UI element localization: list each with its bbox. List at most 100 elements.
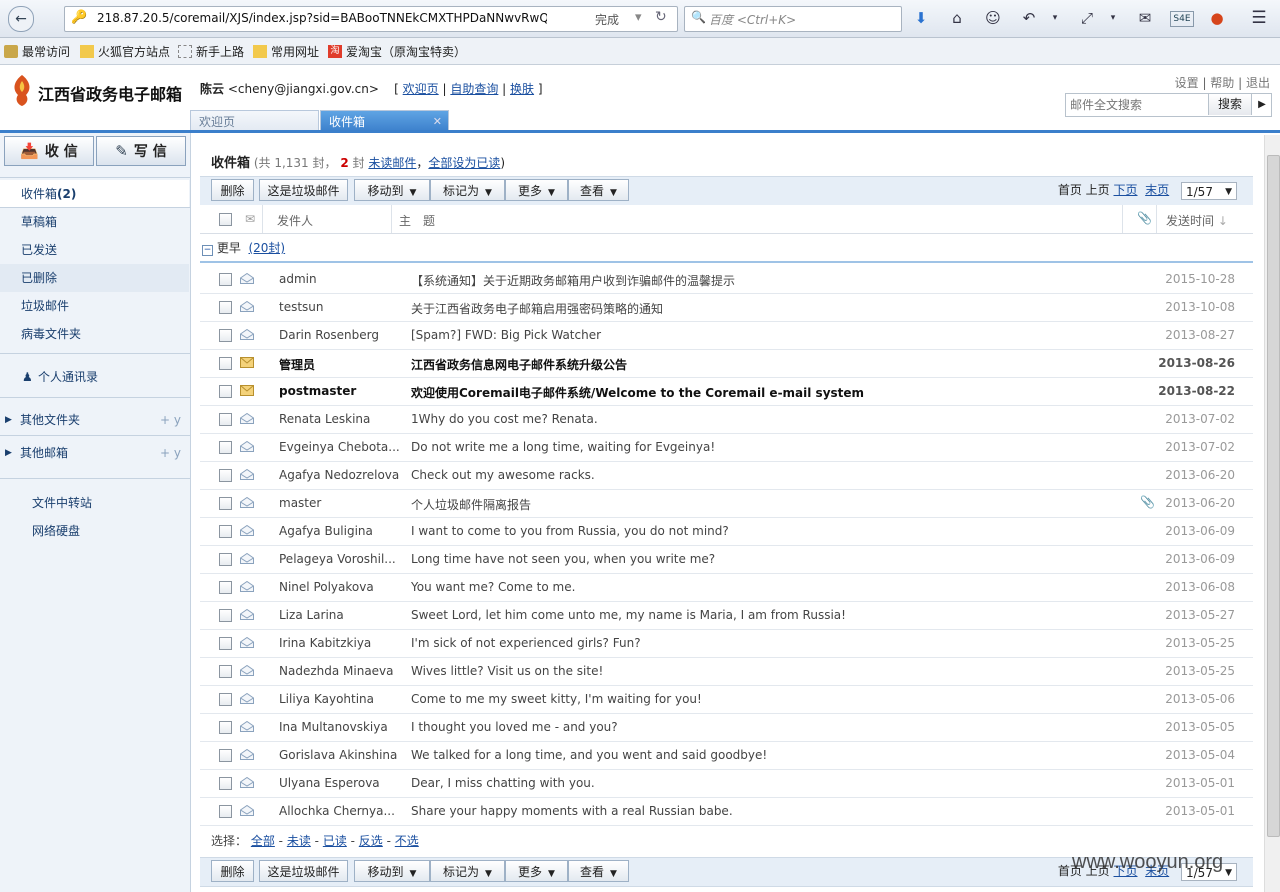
scrollbar[interactable] bbox=[1264, 135, 1280, 892]
spam-button[interactable]: 这是垃圾邮件 bbox=[259, 860, 348, 882]
attachment-column-icon[interactable]: 📎 bbox=[1137, 211, 1152, 225]
delete-button[interactable]: 删除 bbox=[211, 179, 254, 201]
message-row[interactable]: Ina Multanovskiya I thought you loved me … bbox=[200, 713, 1253, 742]
message-subject[interactable]: Sweet Lord, let him come unto me, my nam… bbox=[411, 608, 846, 622]
row-checkbox[interactable] bbox=[219, 721, 232, 734]
message-row[interactable]: Irina Kabitzkiya I'm sick of not experien… bbox=[200, 629, 1253, 658]
row-checkbox[interactable] bbox=[219, 441, 232, 454]
browser-search-box[interactable]: 🔍 百度 <Ctrl+K> bbox=[684, 6, 902, 32]
message-subject[interactable]: Long time have not seen you, when you wr… bbox=[411, 552, 715, 566]
message-subject[interactable]: I want to come to you from Russia, you d… bbox=[411, 524, 729, 538]
expand-arrow-icon[interactable]: ▶ bbox=[5, 407, 12, 433]
prev-page[interactable]: 上页 bbox=[1086, 183, 1110, 197]
mark-as-button[interactable]: 标记为 ▼ bbox=[430, 179, 505, 201]
row-checkbox[interactable] bbox=[219, 469, 232, 482]
welcome-link[interactable]: 欢迎页 bbox=[403, 82, 439, 96]
date-column[interactable]: 发送时间 ↓ bbox=[1166, 212, 1228, 229]
message-row[interactable]: testsun 关于江西省政务电子邮箱启用强密码策略的通知 2013-10-08 bbox=[200, 293, 1253, 322]
message-subject[interactable]: 江西省政务信息网电子邮件系统升级公告 bbox=[411, 356, 627, 373]
unread-mail-link[interactable]: 未读邮件 bbox=[368, 156, 416, 170]
message-row[interactable]: Agafya Buligina I want to come to you fro… bbox=[200, 517, 1253, 546]
back-icon[interactable]: ← bbox=[8, 6, 34, 32]
dropdown-icon[interactable]: ▾ bbox=[635, 10, 642, 25]
message-subject[interactable]: Come to me my sweet kitty, I'm waiting f… bbox=[411, 692, 702, 706]
select-unread-link[interactable]: 未读 bbox=[287, 834, 311, 848]
message-row[interactable]: 管理员 江西省政务信息网电子邮件系统升级公告 2013-08-26 bbox=[200, 349, 1253, 378]
bookmark-aitaobao[interactable]: 淘 爱淘宝（原淘宝特卖） bbox=[328, 43, 466, 60]
sidebar-item-spam[interactable]: 垃圾邮件 bbox=[0, 292, 189, 320]
move-to-button[interactable]: 移动到 ▼ bbox=[354, 179, 430, 201]
row-checkbox[interactable] bbox=[219, 357, 232, 370]
basketball-icon[interactable]: ● bbox=[1206, 7, 1228, 29]
view-button[interactable]: 查看 ▼ bbox=[568, 860, 629, 882]
message-row[interactable]: postmaster 欢迎使用Coremail电子邮件系统/Welcome to … bbox=[200, 377, 1253, 406]
message-subject[interactable]: I'm sick of not experienced girls? Fun? bbox=[411, 636, 641, 650]
mail-search-button[interactable]: 搜索 bbox=[1208, 94, 1251, 115]
message-row[interactable]: Evgeinya Chebota... Do not write me a lon… bbox=[200, 433, 1253, 462]
row-checkbox[interactable] bbox=[219, 497, 232, 510]
message-row[interactable]: Liza Larina Sweet Lord, let him come unto… bbox=[200, 601, 1253, 630]
reload-icon[interactable]: ↻ bbox=[655, 9, 667, 25]
add-filter-icons[interactable]: + у bbox=[160, 407, 181, 433]
row-checkbox[interactable] bbox=[219, 805, 232, 818]
message-subject[interactable]: 【系统通知】关于近期政务邮箱用户收到诈骗邮件的温馨提示 bbox=[411, 272, 735, 289]
group-count-link[interactable]: (20封) bbox=[248, 241, 285, 255]
row-checkbox[interactable] bbox=[219, 273, 232, 286]
more-button[interactable]: 更多 ▼ bbox=[505, 860, 568, 882]
sidebar-item-contacts[interactable]: ♟ 个人通讯录 bbox=[0, 364, 189, 390]
bookmark-getting-started[interactable]: 新手上路 bbox=[178, 43, 244, 60]
message-row[interactable]: Darin Rosenberg [Spam?] FWD: Big Pick Wat… bbox=[200, 321, 1253, 350]
message-row[interactable]: master 个人垃圾邮件隔离报告 📎 2013-06-20 bbox=[200, 489, 1253, 518]
message-subject[interactable]: 1Why do you cost me? Renata. bbox=[411, 412, 598, 426]
row-checkbox[interactable] bbox=[219, 385, 232, 398]
sidebar-item-network-disk[interactable]: 网络硬盘 bbox=[0, 518, 189, 544]
sidebar-item-other-folders[interactable]: ▶ 其他文件夹 + у bbox=[0, 407, 189, 433]
sender-column[interactable]: 发件人 bbox=[277, 212, 313, 229]
row-checkbox[interactable] bbox=[219, 553, 232, 566]
select-read-link[interactable]: 已读 bbox=[323, 834, 347, 848]
mail-search-input[interactable] bbox=[1066, 94, 1210, 116]
first-page[interactable]: 首页 bbox=[1058, 183, 1082, 197]
undo-icon[interactable]: ↶ bbox=[1018, 7, 1040, 29]
more-button[interactable]: 更多 ▼ bbox=[505, 179, 568, 201]
row-checkbox[interactable] bbox=[219, 581, 232, 594]
row-checkbox[interactable] bbox=[219, 665, 232, 678]
sidebar-item-sent[interactable]: 已发送 bbox=[0, 236, 189, 264]
move-to-button[interactable]: 移动到 ▼ bbox=[354, 860, 430, 882]
message-subject[interactable]: Do not write me a long time, waiting for… bbox=[411, 440, 715, 454]
expand-arrow-icon[interactable]: ▶ bbox=[5, 440, 12, 466]
row-checkbox[interactable] bbox=[219, 777, 232, 790]
last-page-link[interactable]: 末页 bbox=[1145, 183, 1169, 197]
home-icon[interactable]: ⌂ bbox=[946, 7, 968, 29]
crop-icon[interactable]: ⤢ bbox=[1076, 7, 1098, 29]
page-select[interactable]: 1/57 ▼ bbox=[1181, 181, 1237, 200]
row-checkbox[interactable] bbox=[219, 525, 232, 538]
message-row[interactable]: Allochka Chernya... Share your happy mome… bbox=[200, 797, 1253, 826]
delete-button[interactable]: 删除 bbox=[211, 860, 254, 882]
message-subject[interactable]: 个人垃圾邮件隔离报告 bbox=[411, 496, 531, 513]
select-all-checkbox[interactable] bbox=[219, 213, 232, 226]
message-subject[interactable]: Check out my awesome racks. bbox=[411, 468, 595, 482]
select-none-link[interactable]: 不选 bbox=[395, 834, 419, 848]
search-options-icon[interactable]: ▶ bbox=[1251, 94, 1272, 115]
logout-link[interactable]: 退出 bbox=[1246, 76, 1270, 90]
message-row[interactable]: Ulyana Esperova Dear, I miss chatting wit… bbox=[200, 769, 1253, 798]
comment-icon[interactable]: ✉ bbox=[1134, 7, 1156, 29]
message-row[interactable]: Renata Leskina 1Why do you cost me? Renat… bbox=[200, 405, 1253, 434]
compose-button[interactable]: ✎ 写 信 bbox=[96, 136, 186, 166]
scroll-thumb[interactable] bbox=[1267, 155, 1280, 837]
read-status-column-icon[interactable]: ✉ bbox=[245, 212, 255, 226]
row-checkbox[interactable] bbox=[219, 413, 232, 426]
message-row[interactable]: admin 【系统通知】关于近期政务邮箱用户收到诈骗邮件的温馨提示 2015-10-… bbox=[200, 265, 1253, 294]
download-icon[interactable]: ⬇ bbox=[910, 7, 932, 29]
invert-selection-link[interactable]: 反选 bbox=[359, 834, 383, 848]
sidebar-item-drafts[interactable]: 草稿箱 bbox=[0, 208, 189, 236]
message-row[interactable]: Ninel Polyakova You want me? Come to me. 2… bbox=[200, 573, 1253, 602]
message-row[interactable]: Nadezhda Minaeva Wives little? Visit us o… bbox=[200, 657, 1253, 686]
message-row[interactable]: Liliya Kayohtina Come to me my sweet kitt… bbox=[200, 685, 1253, 714]
change-skin-link[interactable]: 换肤 bbox=[510, 82, 534, 96]
message-subject[interactable]: I thought you loved me - and you? bbox=[411, 720, 618, 734]
url-bar[interactable]: 🔑 218.87.20.5/coremail/XJS/index.jsp?sid… bbox=[64, 6, 678, 32]
row-checkbox[interactable] bbox=[219, 637, 232, 650]
row-checkbox[interactable] bbox=[219, 301, 232, 314]
